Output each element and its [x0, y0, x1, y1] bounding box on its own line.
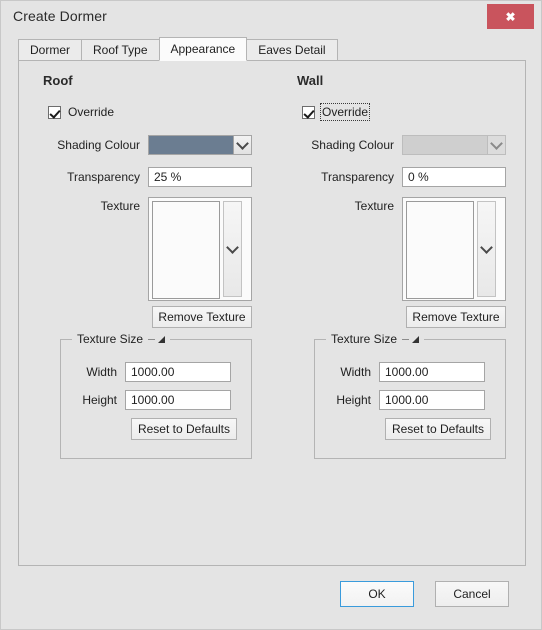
wall-height-row: Height 1000.00 [329, 390, 499, 410]
wall-remove-texture-button[interactable]: Remove Texture [406, 306, 506, 328]
tab-container: Dormer Roof Type Appearance Eaves Detail… [18, 37, 526, 566]
divider [402, 338, 410, 340]
roof-texture-size-title: Texture Size [72, 332, 171, 346]
wall-section-title: Wall [297, 73, 324, 88]
roof-shading-colour-label: Shading Colour [57, 138, 140, 152]
roof-override-checkbox[interactable]: Override [48, 104, 114, 120]
ok-button[interactable]: OK [340, 581, 414, 607]
roof-height-row: Height 1000.00 [75, 390, 245, 410]
wall-transparency-label: Transparency [321, 170, 394, 184]
collapse-triangle-icon[interactable] [158, 335, 166, 343]
roof-texture-preview [152, 201, 220, 299]
wall-shading-colour-label: Shading Colour [311, 138, 394, 152]
wall-texture-picker[interactable] [402, 197, 506, 301]
tab-appearance[interactable]: Appearance [158, 37, 248, 61]
roof-reset-defaults-button[interactable]: Reset to Defaults [131, 418, 237, 440]
roof-shading-colour-combo[interactable] [148, 135, 252, 155]
wall-width-input[interactable]: 1000.00 [379, 362, 485, 382]
title-bar: Create Dormer ✖ [1, 1, 541, 33]
appearance-panel: Roof Override Shading Colour Transparenc… [18, 60, 526, 566]
wall-transparency-row: Transparency 0 % [302, 167, 514, 187]
collapse-triangle-icon[interactable] [412, 335, 420, 343]
cancel-button[interactable]: Cancel [435, 581, 509, 607]
wall-reset-defaults-button[interactable]: Reset to Defaults [385, 418, 491, 440]
wall-texture-size-title: Texture Size [326, 332, 425, 346]
create-dormer-dialog: Create Dormer ✖ Dormer Roof Type Appeara… [0, 0, 542, 630]
chevron-down-icon [233, 136, 251, 154]
roof-remove-texture-button[interactable]: Remove Texture [152, 306, 252, 328]
wall-override-label: Override [319, 103, 371, 121]
wall-texture-preview [406, 201, 474, 299]
roof-height-input[interactable]: 1000.00 [125, 390, 231, 410]
wall-width-label: Width [340, 365, 371, 379]
roof-transparency-label: Transparency [67, 170, 140, 184]
roof-texture-picker[interactable] [148, 197, 252, 301]
footer-bar: OK Cancel [18, 572, 526, 612]
chevron-down-icon[interactable] [477, 201, 496, 297]
roof-texture-label: Texture [100, 199, 140, 213]
checkmark-icon [48, 105, 61, 119]
wall-texture-size-group: Texture Size Width 1000.00 Height 1000.0… [314, 332, 506, 459]
wall-width-row: Width 1000.00 [329, 362, 499, 382]
roof-shading-colour-row: Shading Colour [48, 135, 260, 155]
wall-height-input[interactable]: 1000.00 [379, 390, 485, 410]
wall-shading-colour-combo [402, 135, 506, 155]
tab-dormer[interactable]: Dormer [18, 39, 83, 61]
window-title: Create Dormer [13, 8, 107, 24]
divider [148, 338, 156, 340]
roof-width-input[interactable]: 1000.00 [125, 362, 231, 382]
wall-texture-row: Texture [302, 197, 506, 301]
wall-transparency-input[interactable]: 0 % [402, 167, 506, 187]
wall-colour-swatch [403, 136, 487, 154]
wall-shading-colour-row: Shading Colour [302, 135, 514, 155]
wall-column: Wall Override Shading Colour Transparenc… [276, 61, 530, 565]
roof-override-label: Override [68, 105, 115, 119]
roof-width-row: Width 1000.00 [75, 362, 245, 382]
chevron-down-icon[interactable] [223, 201, 242, 297]
wall-texture-label: Texture [354, 199, 394, 213]
roof-transparency-input[interactable]: 25 % [148, 167, 252, 187]
roof-colour-swatch [149, 136, 233, 154]
wall-override-checkbox[interactable]: Override [302, 103, 371, 121]
tab-eaves-detail[interactable]: Eaves Detail [246, 39, 338, 61]
wall-height-label: Height [336, 393, 371, 407]
roof-height-label: Height [82, 393, 117, 407]
tab-strip: Dormer Roof Type Appearance Eaves Detail [18, 37, 526, 61]
chevron-down-icon [487, 136, 505, 154]
roof-texture-row: Texture [48, 197, 252, 301]
roof-width-label: Width [86, 365, 117, 379]
roof-transparency-row: Transparency 25 % [48, 167, 260, 187]
checkmark-icon [302, 105, 315, 119]
tab-roof-type[interactable]: Roof Type [81, 39, 160, 61]
roof-column: Roof Override Shading Colour Transparenc… [22, 61, 276, 565]
roof-section-title: Roof [43, 73, 73, 88]
close-icon[interactable]: ✖ [487, 4, 534, 29]
roof-texture-size-group: Texture Size Width 1000.00 Height 1000.0… [60, 332, 252, 459]
